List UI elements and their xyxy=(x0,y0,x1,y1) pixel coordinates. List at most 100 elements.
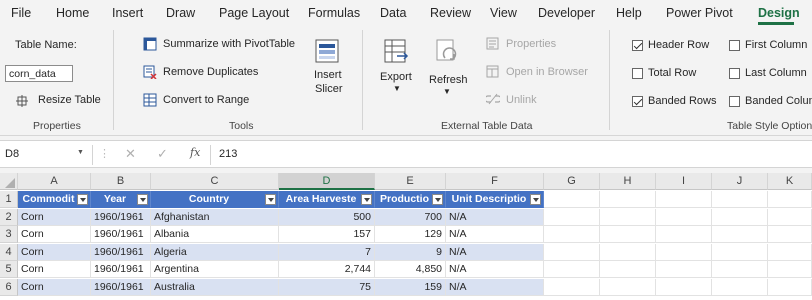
table-cell-commodity[interactable]: Corn xyxy=(18,243,91,261)
empty-cell[interactable] xyxy=(768,278,812,296)
empty-cell[interactable] xyxy=(768,226,812,243)
table-cell-commodity[interactable]: Corn xyxy=(18,261,91,278)
tab-formulas[interactable]: Formulas xyxy=(308,6,360,20)
empty-cell[interactable] xyxy=(712,278,768,296)
last-column-checkbox[interactable]: Last Column xyxy=(729,67,812,81)
table-cell-unit-description[interactable]: N/A xyxy=(446,243,544,261)
filter-dropdown-icon[interactable] xyxy=(137,194,148,205)
properties-button[interactable]: Properties xyxy=(486,36,556,54)
table-cell-unit-description[interactable]: N/A xyxy=(446,261,544,278)
cancel-icon[interactable]: ✕ xyxy=(125,146,136,162)
empty-cell[interactable] xyxy=(768,243,812,261)
empty-cell[interactable] xyxy=(600,208,656,226)
table-cell-year[interactable]: 1960/1961 xyxy=(91,208,151,226)
empty-cell[interactable] xyxy=(768,191,812,208)
name-box[interactable]: D8 ▼ xyxy=(0,145,93,165)
empty-cell[interactable] xyxy=(544,278,600,296)
table-cell-area-harvested[interactable]: 2,744 xyxy=(279,261,375,278)
column-header-d[interactable]: D xyxy=(279,173,375,190)
table-cell-production[interactable]: 129 xyxy=(375,226,446,243)
summarize-pivot-button[interactable]: Summarize with PivotTable xyxy=(143,36,303,54)
table-cell-commodity[interactable]: Corn xyxy=(18,208,91,226)
tab-power-pivot[interactable]: Power Pivot xyxy=(666,6,733,20)
column-header-f[interactable]: F xyxy=(446,173,544,190)
empty-cell[interactable] xyxy=(656,278,712,296)
chevron-down-icon[interactable]: ▼ xyxy=(77,149,84,156)
column-header-e[interactable]: E xyxy=(375,173,446,190)
table-header-area-harvested[interactable]: Area Harveste xyxy=(279,191,375,208)
table-cell-country[interactable]: Australia xyxy=(151,278,279,296)
remove-duplicates-button[interactable]: Remove Duplicates xyxy=(143,64,263,82)
table-cell-commodity[interactable]: Corn xyxy=(18,226,91,243)
empty-cell[interactable] xyxy=(600,243,656,261)
table-cell-production[interactable]: 9 xyxy=(375,243,446,261)
empty-cell[interactable] xyxy=(656,208,712,226)
export-button[interactable]: Export ▼ xyxy=(377,34,417,114)
empty-cell[interactable] xyxy=(600,261,656,278)
table-cell-unit-description[interactable]: N/A xyxy=(446,278,544,296)
empty-cell[interactable] xyxy=(544,261,600,278)
tab-review[interactable]: Review xyxy=(430,6,471,20)
insert-function-icon[interactable]: fx xyxy=(190,146,200,159)
empty-cell[interactable] xyxy=(600,278,656,296)
column-header-g[interactable]: G xyxy=(544,173,600,190)
total-row-checkbox[interactable]: Total Row xyxy=(632,67,722,81)
tab-help[interactable]: Help xyxy=(616,6,642,20)
empty-cell[interactable] xyxy=(712,226,768,243)
tab-home[interactable]: Home xyxy=(56,6,89,20)
filter-dropdown-icon[interactable] xyxy=(361,194,372,205)
column-header-b[interactable]: B xyxy=(91,173,151,190)
table-cell-unit-description[interactable]: N/A xyxy=(446,226,544,243)
table-cell-area-harvested[interactable]: 157 xyxy=(279,226,375,243)
open-in-browser-button[interactable]: Open in Browser xyxy=(486,64,588,82)
column-header-a[interactable]: A xyxy=(18,173,91,190)
empty-cell[interactable] xyxy=(712,243,768,261)
table-name-input[interactable] xyxy=(5,65,73,82)
empty-cell[interactable] xyxy=(712,191,768,208)
column-header-h[interactable]: H xyxy=(600,173,656,190)
table-cell-area-harvested[interactable]: 7 xyxy=(279,243,375,261)
table-cell-production[interactable]: 159 xyxy=(375,278,446,296)
refresh-button[interactable]: Refresh ▼ xyxy=(426,34,468,114)
filter-dropdown-icon[interactable] xyxy=(432,194,443,205)
table-cell-area-harvested[interactable]: 75 xyxy=(279,278,375,296)
table-header-unit-description[interactable]: Unit Descriptio xyxy=(446,191,544,208)
column-header-c[interactable]: C xyxy=(151,173,279,190)
table-cell-year[interactable]: 1960/1961 xyxy=(91,261,151,278)
empty-cell[interactable] xyxy=(656,261,712,278)
column-header-j[interactable]: J xyxy=(712,173,768,190)
row-header[interactable]: 3 xyxy=(0,226,18,243)
first-column-checkbox[interactable]: First Column xyxy=(729,39,812,53)
tab-data[interactable]: Data xyxy=(380,6,406,20)
header-row-checkbox[interactable]: Header Row xyxy=(632,39,722,53)
row-header[interactable]: 6 xyxy=(0,278,18,296)
empty-cell[interactable] xyxy=(768,208,812,226)
tab-developer[interactable]: Developer xyxy=(538,6,595,20)
table-cell-commodity[interactable]: Corn xyxy=(18,278,91,296)
filter-dropdown-icon[interactable] xyxy=(265,194,276,205)
column-header-k[interactable]: K xyxy=(768,173,812,190)
row-header[interactable]: 5 xyxy=(0,261,18,278)
row-header[interactable]: 4 xyxy=(0,243,18,261)
table-cell-year[interactable]: 1960/1961 xyxy=(91,243,151,261)
table-cell-year[interactable]: 1960/1961 xyxy=(91,226,151,243)
table-cell-unit-description[interactable]: N/A xyxy=(446,208,544,226)
table-header-commodity[interactable]: Commodit xyxy=(18,191,91,208)
table-cell-country[interactable]: Albania xyxy=(151,226,279,243)
empty-cell[interactable] xyxy=(656,243,712,261)
tab-draw[interactable]: Draw xyxy=(166,6,195,20)
table-cell-production[interactable]: 700 xyxy=(375,208,446,226)
empty-cell[interactable] xyxy=(544,208,600,226)
table-cell-production[interactable]: 4,850 xyxy=(375,261,446,278)
row-header[interactable]: 1 xyxy=(0,191,18,208)
table-cell-country[interactable]: Afghanistan xyxy=(151,208,279,226)
tab-view[interactable]: View xyxy=(490,6,517,20)
row-header[interactable]: 2 xyxy=(0,208,18,226)
filter-dropdown-icon[interactable] xyxy=(530,194,541,205)
table-cell-area-harvested[interactable]: 500 xyxy=(279,208,375,226)
empty-cell[interactable] xyxy=(656,226,712,243)
table-header-country[interactable]: Country xyxy=(151,191,279,208)
empty-cell[interactable] xyxy=(544,226,600,243)
empty-cell[interactable] xyxy=(544,243,600,261)
enter-check-icon[interactable]: ✓ xyxy=(157,146,168,162)
